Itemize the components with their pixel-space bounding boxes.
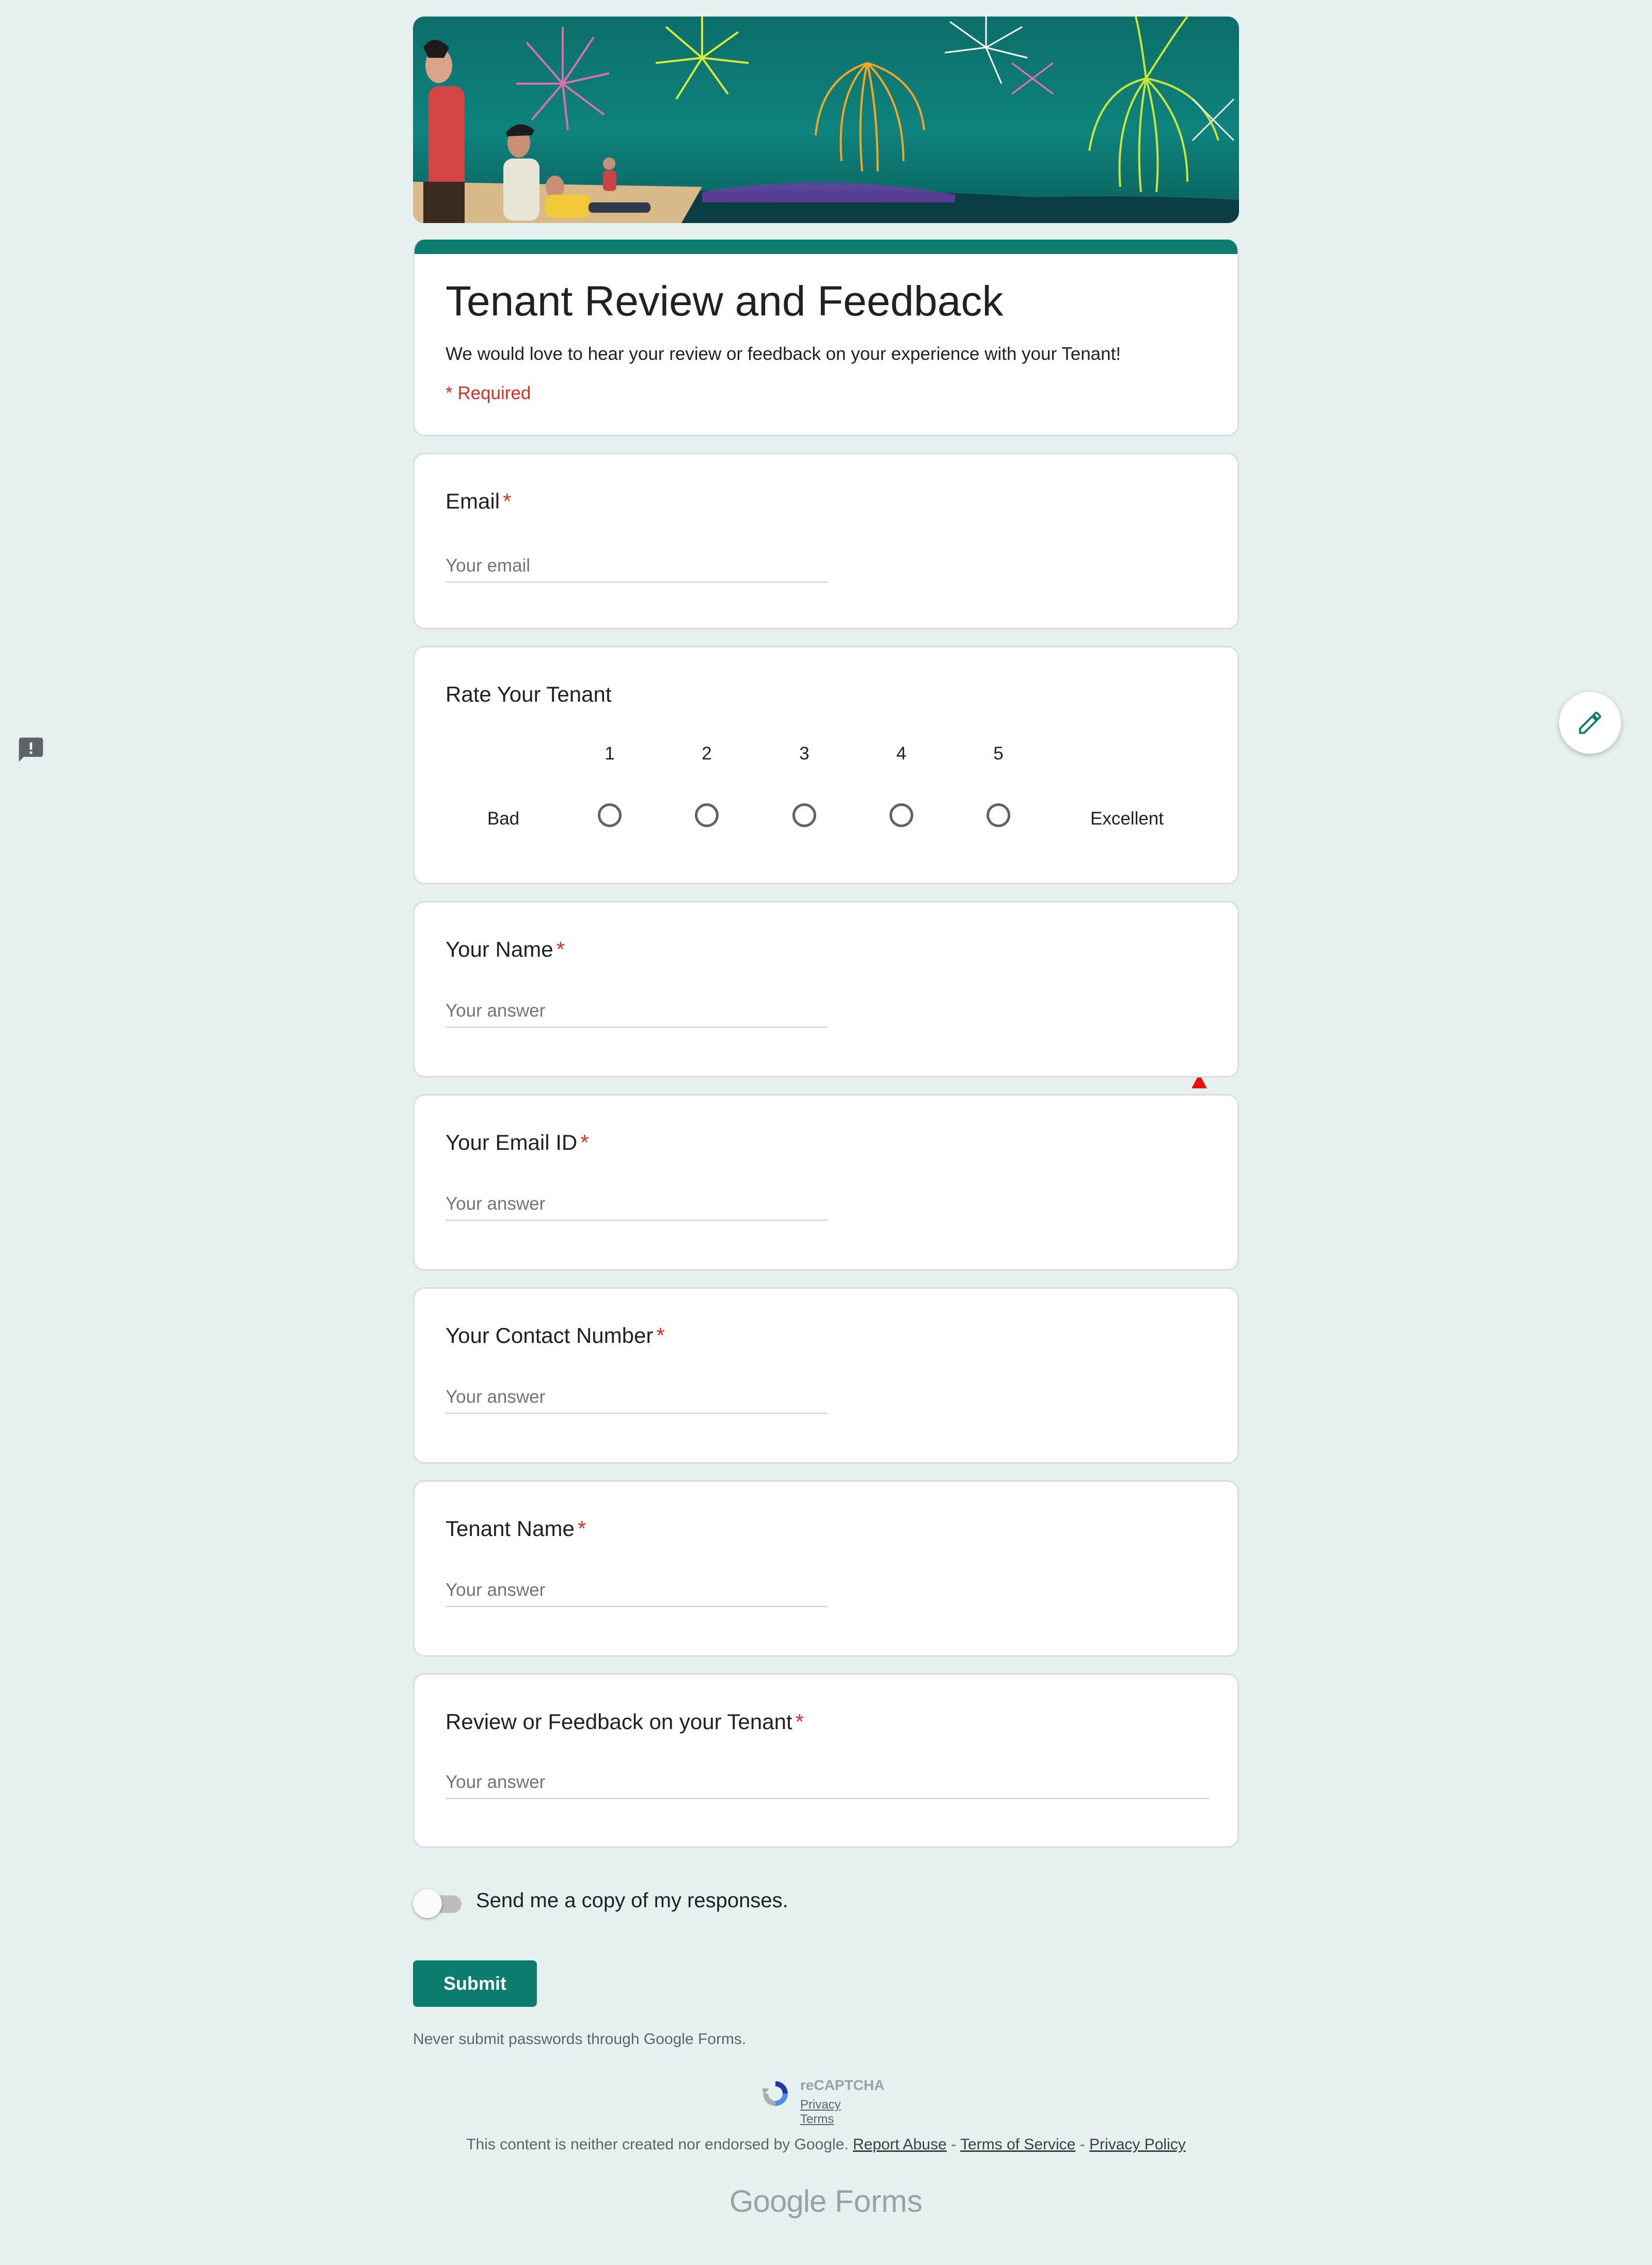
form-title: Tenant Review and Feedback <box>446 278 1004 325</box>
form-description: We would love to hear your review or fee… <box>446 344 1121 364</box>
pencil-icon <box>1579 711 1601 734</box>
question-title: Tenant Name * <box>446 1515 1206 1543</box>
question-label: Your Contact Number <box>446 1323 654 1348</box>
question-title: Rate Your Tenant <box>446 682 612 706</box>
required-asterisk: * <box>795 1709 804 1734</box>
scale-number-5: 5 <box>993 743 1004 764</box>
recaptcha-privacy-link[interactable]: Privacy <box>800 2098 841 2112</box>
privacy-policy-link[interactable]: Privacy Policy <box>1089 2136 1186 2153</box>
accent-bar <box>415 240 1237 254</box>
report-abuse-link[interactable]: Report Abuse <box>853 2136 947 2153</box>
rating-radio-4[interactable] <box>889 803 913 827</box>
required-note: * Required <box>446 383 531 403</box>
fireworks-illustration <box>413 17 1239 223</box>
required-asterisk: * <box>556 937 565 961</box>
scale-number-2: 2 <box>702 743 712 764</box>
required-asterisk: * <box>577 1516 586 1541</box>
scale-number-4: 4 <box>896 743 907 764</box>
required-asterisk: * <box>503 489 512 513</box>
rating-radio-1[interactable] <box>598 803 622 827</box>
footer-disclaimer: This content is neither created nor endo… <box>413 2136 1239 2153</box>
question-rating: Rate Your Tenant 1 2 3 4 5 Bad Excellent <box>413 646 1239 884</box>
question-title: Your Name * <box>446 936 1206 963</box>
google-forms-logo[interactable]: Google Forms <box>413 2183 1239 2219</box>
review-feedback-input[interactable] <box>446 1772 1210 1799</box>
form-container: Tenant Review and Feedback We would love… <box>413 17 1239 2219</box>
question-label: Your Name <box>446 937 553 961</box>
footer-text: This content is neither created nor endo… <box>466 2136 849 2153</box>
terms-of-service-link[interactable]: Terms of Service <box>960 2136 1075 2153</box>
footer-separator: - <box>1079 2136 1085 2153</box>
question-label: Review or Feedback on your Tenant <box>446 1709 792 1734</box>
rating-radio-5[interactable] <box>987 803 1010 827</box>
recaptcha-badge: reCAPTCHA Privacy Terms <box>759 2074 893 2126</box>
question-tenant-name: Tenant Name * <box>413 1480 1239 1657</box>
edit-fab-button[interactable] <box>1559 692 1621 754</box>
contact-number-input[interactable] <box>446 1387 828 1414</box>
question-label: Tenant Name <box>446 1516 575 1541</box>
recaptcha-title: reCAPTCHA <box>800 2077 885 2093</box>
question-label: Your Email ID <box>446 1130 578 1154</box>
header-banner-image <box>413 17 1239 223</box>
send-copy-row: Send me a copy of my responses. <box>413 1888 1239 1919</box>
report-feedback-icon[interactable] <box>17 735 45 764</box>
question-your-name: Your Name * <box>413 901 1239 1078</box>
footer-separator: - <box>951 2136 957 2153</box>
rating-radio-3[interactable] <box>792 803 816 827</box>
recaptcha-links: Privacy Terms <box>800 2098 893 2127</box>
question-title: Review or Feedback on your Tenant * <box>446 1708 1206 1736</box>
question-title: Your Contact Number * <box>446 1322 1206 1350</box>
recaptcha-logo-icon <box>762 2081 788 2106</box>
scale-number-3: 3 <box>799 743 809 764</box>
forms-wordmark: Forms <box>835 2184 923 2219</box>
scale-high-label: Excellent <box>1090 809 1164 829</box>
question-label: Email <box>446 489 500 513</box>
tenant-name-input[interactable] <box>446 1580 828 1607</box>
scale-number-1: 1 <box>605 743 615 764</box>
question-title: Your Email ID * <box>446 1129 1206 1157</box>
question-your-email-id: Your Email ID * <box>413 1094 1239 1271</box>
rating-radio-2[interactable] <box>695 803 719 827</box>
question-review: Review or Feedback on your Tenant * <box>413 1673 1239 1848</box>
send-copy-toggle[interactable] <box>413 1889 442 1918</box>
question-email: Email * <box>413 453 1239 629</box>
question-contact-number: Your Contact Number * <box>413 1287 1239 1464</box>
question-title: Email * <box>446 487 1206 515</box>
email-input[interactable] <box>446 556 828 583</box>
scale-low-label: Bad <box>487 809 520 829</box>
submit-button[interactable]: Submit <box>413 1960 537 2007</box>
your-name-input[interactable] <box>446 1001 828 1028</box>
your-email-id-input[interactable] <box>446 1194 828 1221</box>
google-wordmark: Google <box>729 2184 827 2219</box>
required-asterisk: * <box>580 1130 589 1154</box>
form-title-card: Tenant Review and Feedback We would love… <box>413 240 1239 436</box>
recaptcha-terms-link[interactable]: Terms <box>800 2112 834 2126</box>
send-copy-label: Send me a copy of my responses. <box>476 1889 788 1912</box>
password-warning: Never submit passwords through Google Fo… <box>413 2031 746 2048</box>
required-asterisk: * <box>656 1323 665 1348</box>
